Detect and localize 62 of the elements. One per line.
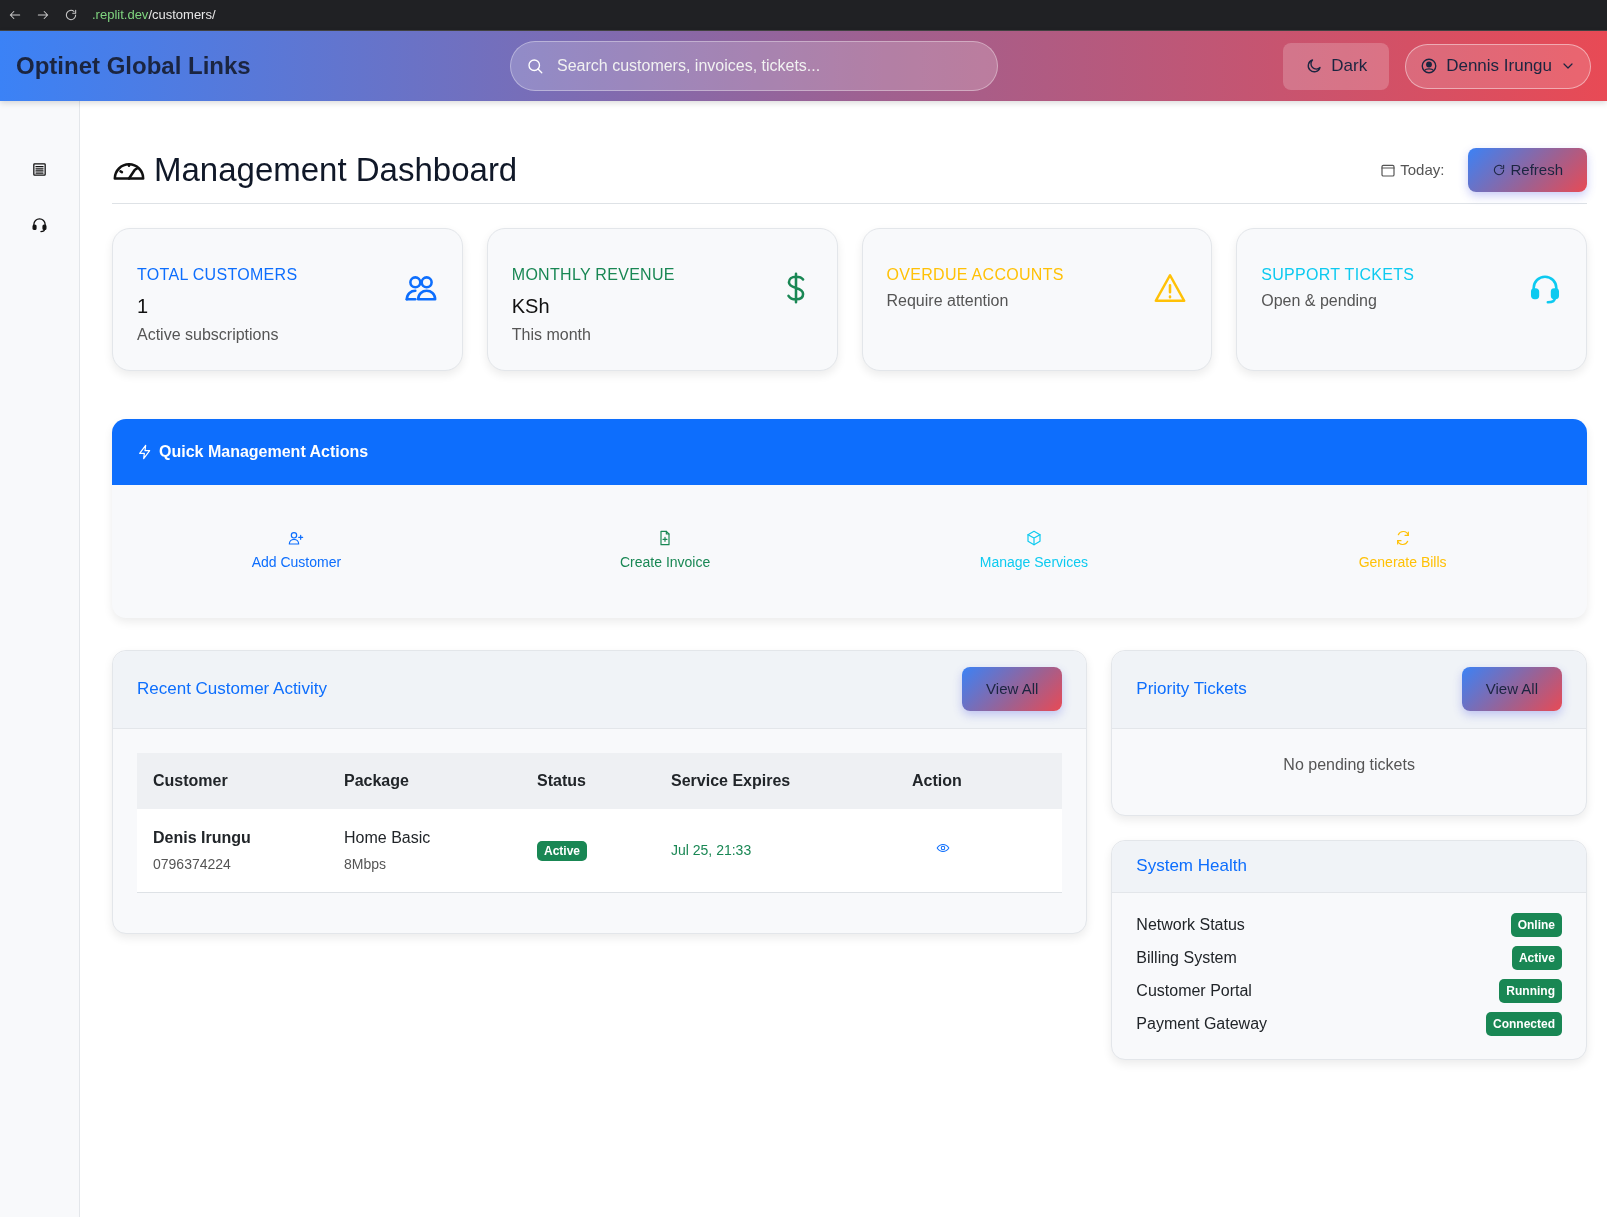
package-speed: 8Mbps (344, 854, 388, 874)
headset-icon (31, 216, 48, 233)
column-header: Action (912, 770, 963, 791)
today-label: Today: (1400, 159, 1445, 180)
stat-title: OVERDUE ACCOUNTS (886, 264, 1064, 285)
health-label: Network Status (1136, 915, 1245, 935)
status-badge: Active (1511, 946, 1562, 970)
stat-title: TOTAL CUSTOMERS (137, 264, 298, 285)
stat-subtitle: Active subscriptions (137, 324, 280, 345)
stat-value: KSh (511, 293, 551, 319)
customer-phone: 0796374224 (153, 854, 232, 874)
column-header: Package (344, 770, 410, 791)
forward-icon (36, 8, 50, 22)
status-badge: Connected (1485, 1012, 1562, 1036)
user-menu-button[interactable]: Dennis Irungu (1405, 43, 1591, 89)
customer-name: Denis Irungu (153, 827, 252, 848)
sidebar-link[interactable] (31, 161, 48, 178)
expiry-date: Jul 25, 21:33 (671, 842, 752, 858)
page-title: Management Dashboard (154, 150, 518, 190)
person-add-icon (288, 529, 305, 546)
column-header: Service Expires (671, 770, 792, 791)
back-icon (8, 8, 22, 22)
health-label: Customer Portal (1136, 981, 1252, 1001)
refresh-button[interactable]: Refresh (1468, 147, 1587, 192)
status-badge: Active (537, 841, 588, 861)
user-circle-icon (1420, 57, 1439, 75)
package-name: Home Basic (344, 827, 432, 848)
stat-subtitle: Require attention (886, 290, 1010, 311)
view-link[interactable] (936, 841, 950, 855)
lightning-icon (137, 443, 153, 460)
stat-title: SUPPORT TICKETS (1261, 264, 1415, 285)
box-icon (1025, 529, 1042, 546)
brand-title[interactable]: Optinet Global Links (16, 48, 510, 84)
column-header: Customer (152, 770, 229, 791)
stat-subtitle: Open & pending (1261, 290, 1378, 311)
address-bar-url[interactable]: .replit.dev/customers/ (92, 5, 216, 25)
view-all-button[interactable]: View All (1461, 667, 1562, 711)
stat-subtitle: This month (511, 324, 592, 345)
quick-action-button[interactable]: Add Customer (112, 528, 481, 574)
health-label: Billing System (1136, 948, 1237, 968)
status-badge: Running (1499, 979, 1562, 1003)
status-badge: Online (1510, 913, 1562, 937)
refresh-icon (1492, 162, 1507, 177)
list-icon (31, 161, 48, 178)
reload-icon (64, 8, 78, 22)
search-icon (526, 57, 544, 75)
empty-message: No pending tickets (1283, 755, 1415, 773)
card-title: Recent Customer Activity (137, 678, 327, 701)
quick-action-button[interactable]: Create Invoice (480, 528, 850, 574)
view-all-button[interactable]: View All (962, 667, 1063, 711)
stat-value: 1 (137, 293, 150, 319)
moon-icon (1305, 57, 1324, 75)
dark-mode-button[interactable]: Dark (1283, 42, 1390, 90)
stat-title: MONTHLY REVENUE (511, 264, 675, 285)
card-title: Priority Tickets (1136, 678, 1247, 701)
card-title: System Health (1136, 855, 1247, 878)
eye-icon (936, 841, 950, 855)
column-header: Status (537, 770, 587, 791)
sidebar-link[interactable] (31, 216, 48, 233)
refresh-icon (1394, 529, 1411, 546)
card-title: Quick Management Actions (159, 441, 369, 462)
health-label: Payment Gateway (1136, 1014, 1268, 1034)
